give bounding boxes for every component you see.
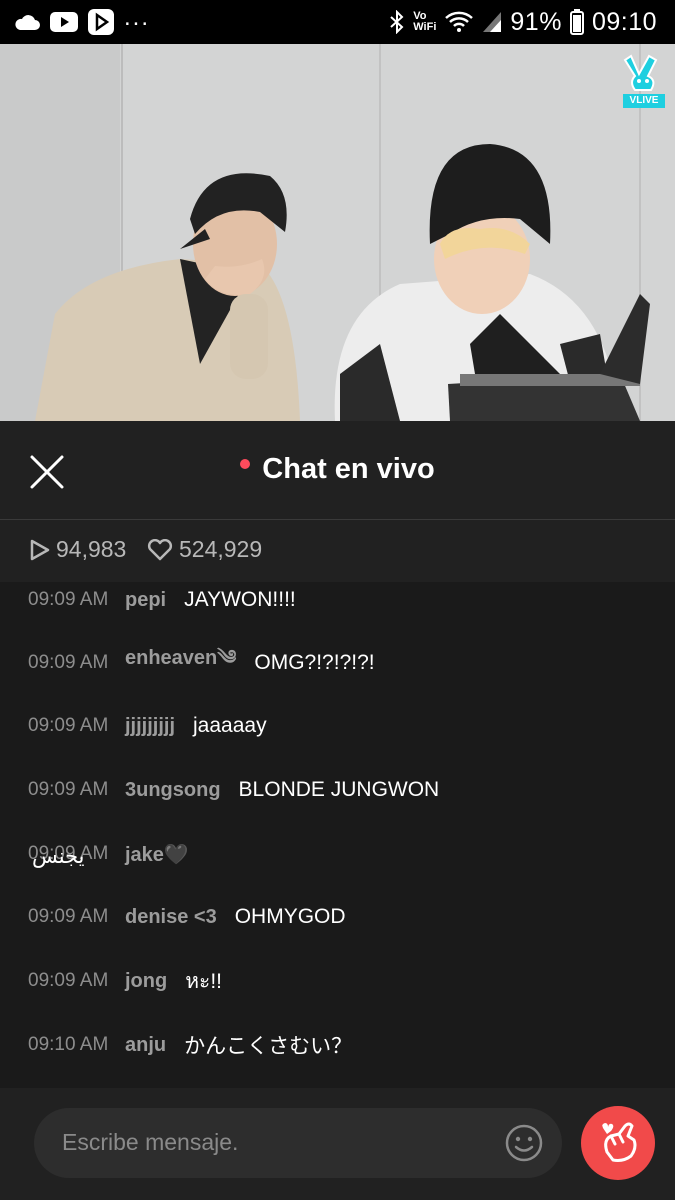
chat-message: 09:10 AM anju かんこくさむい？ (28, 1033, 353, 1059)
chat-username[interactable]: jjjjjjjjj (125, 715, 175, 738)
battery-icon (569, 9, 584, 35)
chat-message: 09:09 AM jong หะ!! (28, 969, 223, 993)
video-frame (0, 44, 675, 421)
chat-message: 09:09 AM jjjjjjjjj jaaaaay (28, 714, 267, 738)
chat-username[interactable]: jake🖤 (125, 842, 189, 867)
bluetooth-icon (390, 10, 404, 34)
chat-username[interactable]: enheaven༄ (125, 635, 236, 691)
cloud-icon (15, 15, 40, 30)
message-input-placeholder: Escribe mensaje. (62, 1129, 239, 1155)
chat-title: Chat en vivo (0, 453, 675, 486)
play-icon (30, 539, 50, 560)
chat-username[interactable]: 3ungsong (125, 779, 221, 802)
chat-message: 09:09 AM enheaven༄ OMG?!?!?!?! (28, 643, 375, 683)
emoji-icon[interactable] (504, 1123, 544, 1163)
vowifi-indicator: Vo WiFi (413, 10, 437, 33)
more-notifications: ... (124, 4, 151, 31)
view-count: 94,983 (30, 536, 126, 563)
heart-icon (147, 538, 173, 560)
stream-stats: 94,983 524,929 (0, 520, 675, 582)
chat-username[interactable]: anju (125, 1034, 166, 1057)
chat-message-list[interactable]: 09:09 AM pepi JAYWON!!!! 09:09 AM enheav… (0, 582, 675, 1088)
wifi-icon (445, 11, 474, 32)
chat-message: 09:09 AM jake🖤 يجنس (28, 842, 189, 868)
vlive-hand-icon (623, 54, 658, 91)
signal-icon (483, 12, 502, 32)
live-video-player[interactable]: VLIVE (0, 44, 675, 421)
chat-username[interactable]: pepi (125, 589, 166, 612)
finger-heart-icon (602, 1122, 637, 1162)
chat-header: Chat en vivo (0, 423, 675, 520)
clock: 09:10 (591, 7, 657, 36)
live-indicator (240, 459, 251, 470)
chat-message: 09:09 AM denise <3 OHMYGOD (28, 905, 346, 929)
battery-level: 91% (510, 7, 562, 36)
like-count: 524,929 (147, 536, 262, 563)
vlive-logo: VLIVE (623, 52, 665, 108)
status-bar: ... Vo WiFi 91% 09:10 (0, 0, 675, 44)
chat-message: 09:09 AM 3ungsong BLONDE JUNGWON (28, 778, 440, 802)
chat-username[interactable]: jong (125, 970, 167, 993)
youtube-icon (50, 12, 78, 32)
chat-username[interactable]: denise <3 (125, 906, 217, 929)
send-heart-button[interactable] (581, 1106, 655, 1180)
message-input[interactable]: Escribe mensaje. (34, 1108, 562, 1178)
chat-input-bar: Escribe mensaje. (0, 1088, 675, 1200)
play-store-icon (88, 9, 114, 35)
chat-message: 09:09 AM pepi JAYWON!!!! (28, 588, 296, 612)
